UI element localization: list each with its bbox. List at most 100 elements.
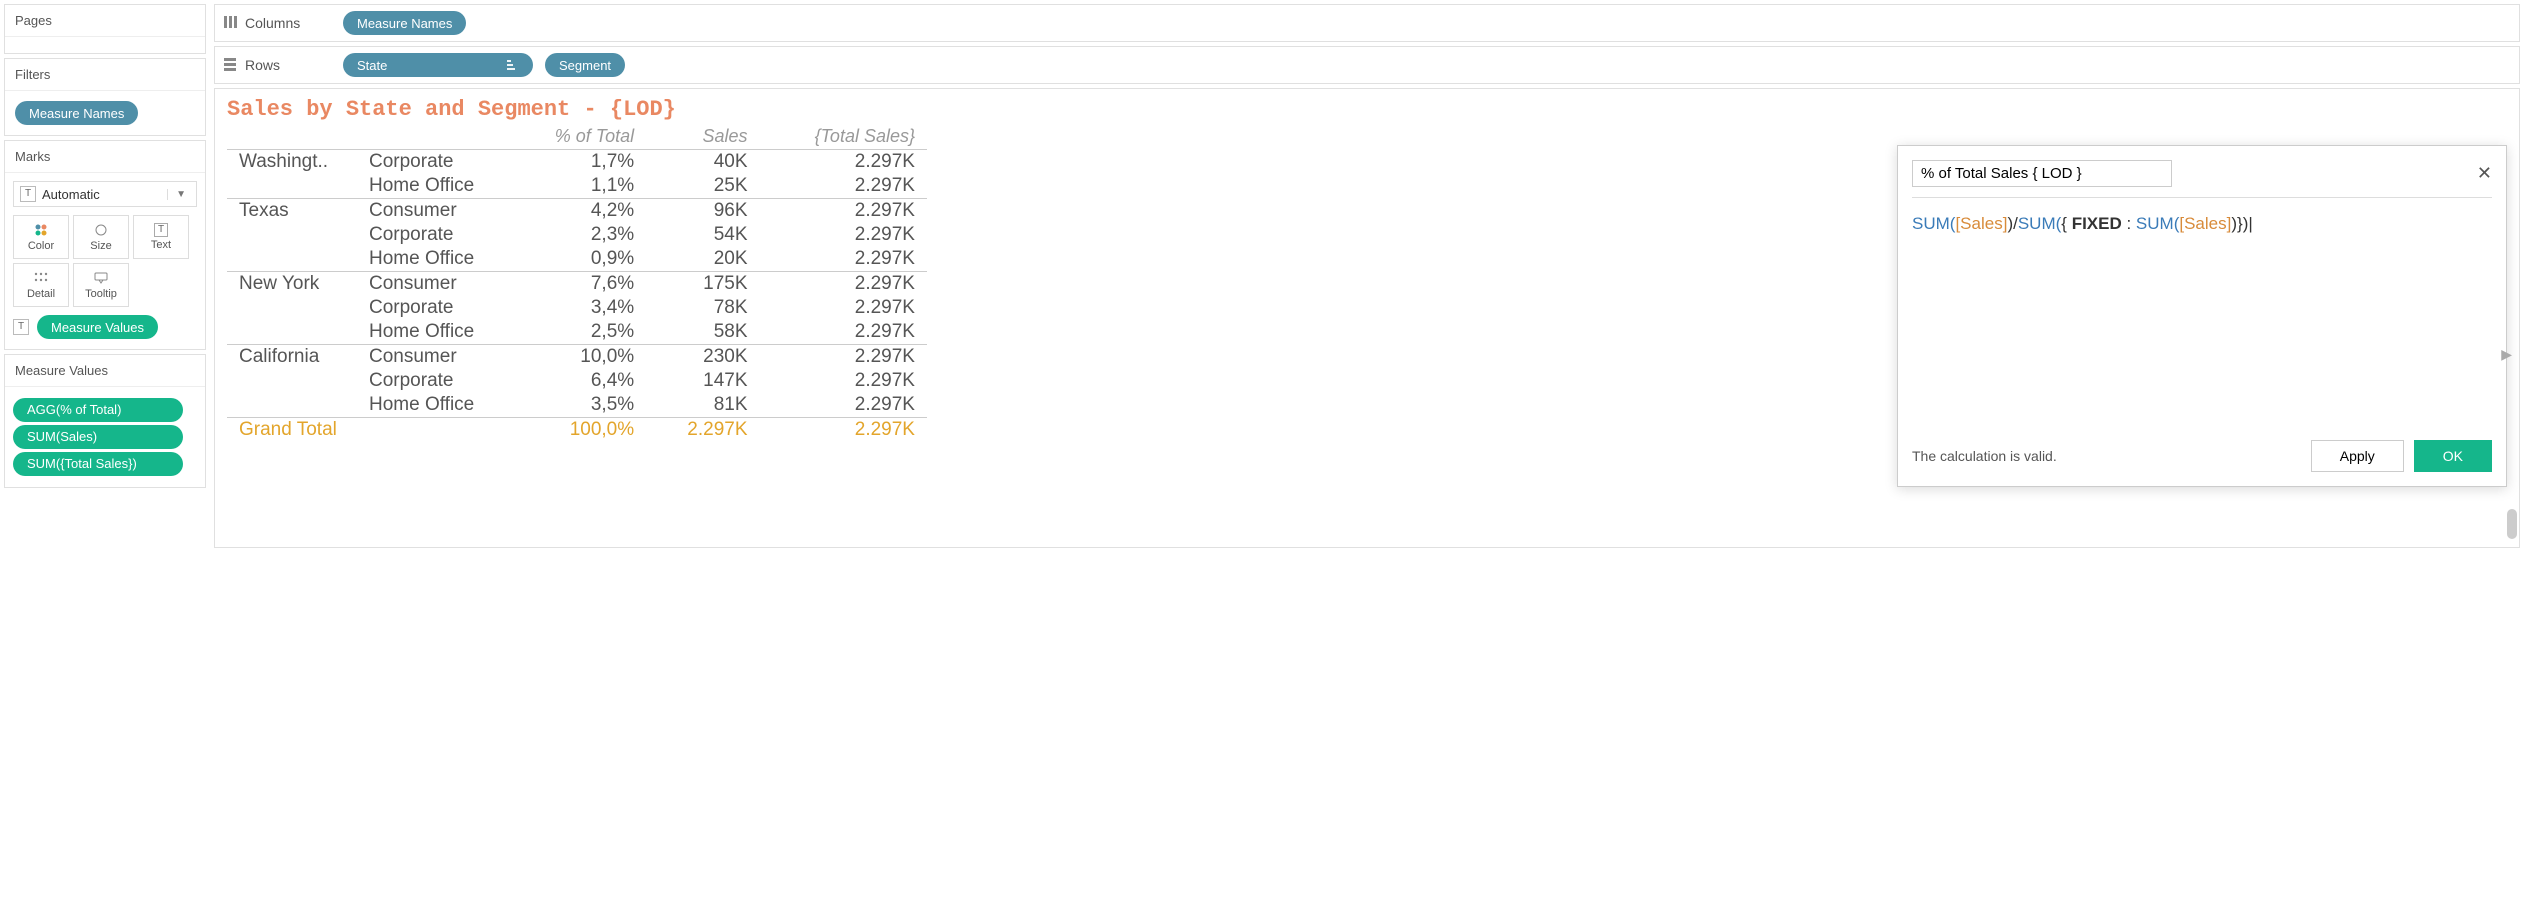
cell-pct: 4,2% xyxy=(507,199,646,224)
table-row[interactable]: Home Office0,9%20K2.297K xyxy=(227,247,927,272)
text-encoding-pill[interactable]: Measure Values xyxy=(37,315,158,339)
filters-header: Filters xyxy=(5,59,205,91)
cell-pct: 2,3% xyxy=(507,223,646,247)
ok-button[interactable]: OK xyxy=(2414,440,2492,472)
cell-segment: Corporate xyxy=(357,150,507,175)
close-icon[interactable]: ✕ xyxy=(2477,163,2492,184)
crosstab: % of Total Sales {Total Sales} Washingt.… xyxy=(227,124,927,442)
marks-size-label: Size xyxy=(90,240,111,252)
cell-state xyxy=(227,296,357,320)
table-row[interactable]: CaliforniaConsumer10,0%230K2.297K xyxy=(227,345,927,370)
cell-state xyxy=(227,369,357,393)
cell-segment: Home Office xyxy=(357,393,507,418)
measure-values-pill[interactable]: SUM(Sales) xyxy=(13,425,183,449)
cell-segment: Corporate xyxy=(357,369,507,393)
rows-icon xyxy=(223,57,239,74)
calc-editor: ✕ SUM([Sales])/SUM({ FIXED : SUM([Sales]… xyxy=(1897,145,2507,487)
marks-text-button[interactable]: T Text xyxy=(133,215,189,259)
table-row[interactable]: TexasConsumer4,2%96K2.297K xyxy=(227,199,927,224)
pill-label: Measure Values xyxy=(51,320,144,335)
columns-shelf[interactable]: Columns Measure Names xyxy=(214,4,2520,42)
marks-type-dropdown[interactable]: T Automatic ▼ xyxy=(13,181,197,207)
columns-icon xyxy=(223,15,239,32)
marks-color-button[interactable]: Color xyxy=(13,215,69,259)
marks-type-label: Automatic xyxy=(42,187,100,202)
rows-pill-segment[interactable]: Segment xyxy=(545,53,625,77)
cell-state xyxy=(227,174,357,199)
pill-label: Segment xyxy=(559,58,611,73)
cell-sales: 40K xyxy=(646,150,759,175)
cell-segment: Consumer xyxy=(357,272,507,297)
filter-pill-measure-names[interactable]: Measure Names xyxy=(15,101,138,125)
sheet-title: Sales by State and Segment - {LOD} xyxy=(227,97,2507,122)
cell-total: 2.297K xyxy=(760,223,927,247)
tooltip-icon xyxy=(94,270,108,286)
table-row[interactable]: Home Office1,1%25K2.297K xyxy=(227,174,927,199)
col-header-pct[interactable]: % of Total xyxy=(507,124,646,150)
grand-total-row[interactable]: Grand Total100,0%2.297K2.297K xyxy=(227,418,927,443)
calc-formula-editor[interactable]: SUM([Sales])/SUM({ FIXED : SUM([Sales])}… xyxy=(1912,210,2492,440)
table-row[interactable]: Home Office2,5%58K2.297K xyxy=(227,320,927,345)
table-row[interactable]: Corporate3,4%78K2.297K xyxy=(227,296,927,320)
table-row[interactable]: Corporate2,3%54K2.297K xyxy=(227,223,927,247)
table-row[interactable]: New YorkConsumer7,6%175K2.297K xyxy=(227,272,927,297)
color-icon xyxy=(34,222,48,238)
col-header-total[interactable]: {Total Sales} xyxy=(760,124,927,150)
cell-total: 2.297K xyxy=(760,150,927,175)
col-header-sales[interactable]: Sales xyxy=(646,124,759,150)
table-row[interactable]: Home Office3,5%81K2.297K xyxy=(227,393,927,418)
cell-sales: 54K xyxy=(646,223,759,247)
text-encoding-icon: T xyxy=(13,319,29,335)
cell-total: 2.297K xyxy=(760,199,927,224)
marks-detail-button[interactable]: Detail xyxy=(13,263,69,307)
cell-pct: 0,9% xyxy=(507,247,646,272)
cell-sales: 230K xyxy=(646,345,759,370)
expand-arrow-icon[interactable]: ▶ xyxy=(2501,346,2512,363)
cell-sales: 2.297K xyxy=(646,418,759,443)
scrollbar-thumb[interactable] xyxy=(2507,509,2517,539)
cell-pct: 3,4% xyxy=(507,296,646,320)
cell-sales: 81K xyxy=(646,393,759,418)
rows-label: Rows xyxy=(245,57,280,73)
cell-pct: 2,5% xyxy=(507,320,646,345)
cell-total: 2.297K xyxy=(760,272,927,297)
measure-values-pill[interactable]: AGG(% of Total) xyxy=(13,398,183,422)
measure-values-header: Measure Values xyxy=(5,355,205,387)
rows-pill-state[interactable]: State xyxy=(343,53,533,77)
cell-total: 2.297K xyxy=(760,247,927,272)
cell-segment: Consumer xyxy=(357,345,507,370)
cell-sales: 25K xyxy=(646,174,759,199)
rows-shelf[interactable]: Rows State Segment xyxy=(214,46,2520,84)
cell-pct: 10,0% xyxy=(507,345,646,370)
chevron-down-icon: ▼ xyxy=(167,189,190,200)
marks-size-button[interactable]: Size xyxy=(73,215,129,259)
cell-sales: 78K xyxy=(646,296,759,320)
sort-icon xyxy=(497,58,519,73)
columns-pill-measure-names[interactable]: Measure Names xyxy=(343,11,466,35)
cell-pct: 1,1% xyxy=(507,174,646,199)
marks-tooltip-button[interactable]: Tooltip xyxy=(73,263,129,307)
cell-sales: 147K xyxy=(646,369,759,393)
cell-state: Washingt.. xyxy=(227,150,357,175)
pages-header: Pages xyxy=(5,5,205,37)
apply-button[interactable]: Apply xyxy=(2311,440,2404,472)
cell-state xyxy=(227,247,357,272)
table-row[interactable]: Washingt..Corporate1,7%40K2.297K xyxy=(227,150,927,175)
cell-state xyxy=(227,320,357,345)
cell-pct: 7,6% xyxy=(507,272,646,297)
table-row[interactable]: Corporate6,4%147K2.297K xyxy=(227,369,927,393)
cell-pct: 100,0% xyxy=(507,418,646,443)
cell-total: 2.297K xyxy=(760,418,927,443)
pill-label: Measure Names xyxy=(357,16,452,31)
cell-sales: 175K xyxy=(646,272,759,297)
pill-label: State xyxy=(357,58,387,73)
measure-values-pill[interactable]: SUM({Total Sales}) xyxy=(13,452,183,476)
cell-total: 2.297K xyxy=(760,174,927,199)
size-icon xyxy=(93,222,109,238)
detail-icon xyxy=(34,270,48,286)
cell-total: 2.297K xyxy=(760,345,927,370)
pages-card: Pages xyxy=(4,4,206,54)
calc-name-input[interactable] xyxy=(1912,160,2172,187)
marks-card: Marks T Automatic ▼ Color xyxy=(4,140,206,350)
marks-detail-label: Detail xyxy=(27,288,55,300)
